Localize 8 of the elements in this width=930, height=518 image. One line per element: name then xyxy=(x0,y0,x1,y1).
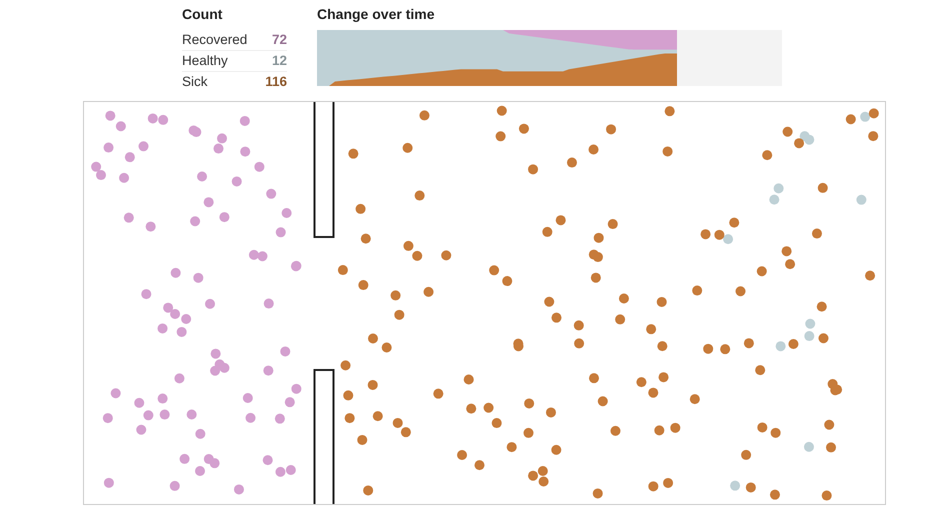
status-count: 72 xyxy=(272,31,287,49)
count-title: Count xyxy=(182,6,224,24)
status-count: 116 xyxy=(265,73,287,91)
status-label: Recovered xyxy=(182,31,248,49)
chart-title: Change over time xyxy=(317,6,436,24)
status-label: Sick xyxy=(182,73,208,91)
status-label: Healthy xyxy=(182,52,228,70)
status-count: 12 xyxy=(272,52,287,70)
